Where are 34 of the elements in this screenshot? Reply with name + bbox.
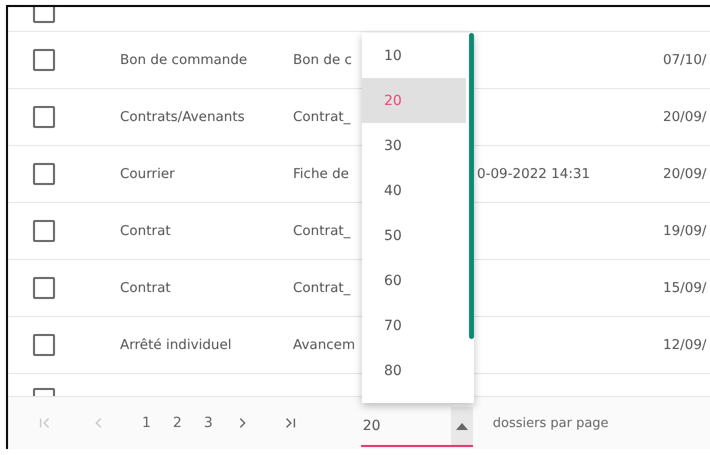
table-cell: 19/09/ <box>663 223 706 239</box>
table-cell: Contrat_ <box>293 223 350 239</box>
checkbox[interactable] <box>33 106 55 128</box>
table-cell: Bon de c <box>293 52 352 68</box>
checkbox[interactable] <box>33 220 55 242</box>
table-cell: Courrier <box>120 166 175 182</box>
checkbox[interactable] <box>33 277 55 299</box>
table-cell: Contrat_ <box>293 109 350 125</box>
table-cell: Contrat <box>120 280 171 296</box>
scrollbar-thumb[interactable] <box>469 33 474 339</box>
table-cell: 07/10/ <box>663 52 706 68</box>
menu-option[interactable]: 10 <box>362 33 466 78</box>
table-cell: 20/09/ <box>663 109 706 125</box>
page-link[interactable]: 1 <box>142 415 151 431</box>
table-cell: Bon de commande <box>120 52 248 68</box>
page-link[interactable]: 3 <box>204 415 213 431</box>
checkbox[interactable] <box>33 49 55 71</box>
table-cell: Contrat_ <box>293 280 350 296</box>
page-link[interactable]: 2 <box>172 415 182 431</box>
table-cell: 0-09-2022 14:31 <box>477 166 590 182</box>
table-cell: Contrat <box>120 223 171 239</box>
checkbox[interactable] <box>33 7 55 23</box>
table-cell: 15/09/ <box>663 280 706 296</box>
checkbox[interactable] <box>33 334 55 356</box>
table-cell: Arrêté individuel <box>120 337 232 353</box>
checkbox[interactable] <box>33 163 55 185</box>
table-cell: Fiche de <box>293 166 349 182</box>
table-cell: 12/09/ <box>663 337 706 353</box>
page-size-select[interactable]: 20 <box>360 407 473 447</box>
table-cell: 20/09/ <box>663 166 706 182</box>
page-size-label: dossiers par page <box>492 416 609 430</box>
table-cell: Contrats/Avenants <box>120 109 245 125</box>
caret-icon <box>456 422 468 430</box>
table-cell: Avancem <box>293 337 356 353</box>
